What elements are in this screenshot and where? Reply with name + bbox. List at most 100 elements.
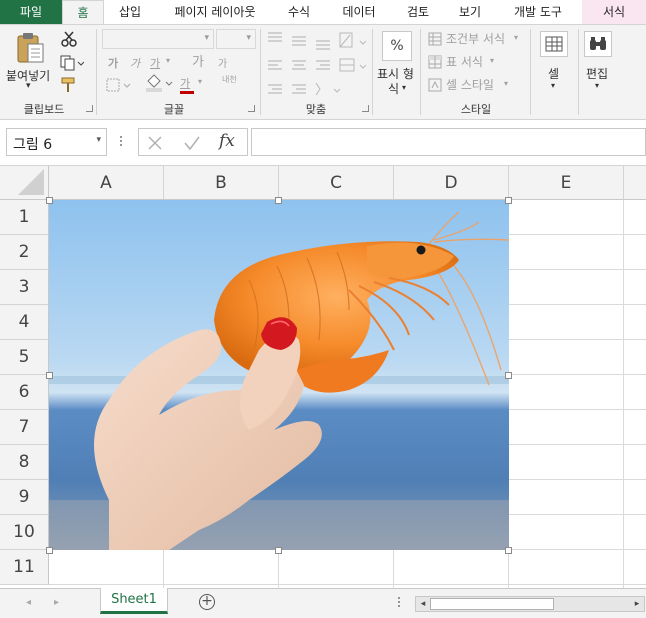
row-header-4[interactable]: 4 <box>0 305 49 340</box>
font-group-label: 글꼴 <box>163 103 185 116</box>
row-header-6[interactable]: 6 <box>0 375 49 410</box>
column-header-e[interactable]: E <box>509 166 624 200</box>
formula-input[interactable] <box>251 128 646 156</box>
alignment-buttons <box>266 29 370 97</box>
tab-developer[interactable]: 개발 도구 <box>500 0 576 24</box>
name-box[interactable]: 그림 6 ▾ <box>6 128 107 156</box>
format-painter-icon[interactable] <box>60 77 78 93</box>
underline-button[interactable]: 가 <box>150 55 160 71</box>
underline-dropdown-icon[interactable]: ▾ <box>166 56 170 65</box>
scrollbar-splitter-icon[interactable] <box>396 594 402 614</box>
chevron-down-icon[interactable]: ▾ <box>551 81 555 90</box>
scroll-right-arrow-icon[interactable]: ▸ <box>630 597 644 611</box>
editing-label[interactable]: 편집 <box>586 65 608 82</box>
select-all-button[interactable] <box>0 166 49 200</box>
resize-handle-bottom[interactable] <box>275 547 282 554</box>
column-header-a[interactable]: A <box>49 166 164 200</box>
resize-handle-top-right[interactable] <box>505 197 512 204</box>
scrollbar-thumb[interactable] <box>430 598 554 610</box>
cancel-icon[interactable] <box>147 135 163 151</box>
number-format-button[interactable]: % <box>382 31 412 61</box>
add-sheet-icon[interactable]: + <box>199 594 215 610</box>
fill-color-button[interactable] <box>144 73 174 93</box>
column-header-c[interactable]: C <box>279 166 394 200</box>
clipboard-group-label: 클립보드 <box>23 103 65 116</box>
column-header-d[interactable]: D <box>394 166 509 200</box>
insert-function-button[interactable]: fx <box>219 131 235 151</box>
chevron-down-icon[interactable]: ▾ <box>96 135 101 145</box>
shrink-font-button[interactable]: 가 <box>218 55 227 70</box>
tab-file[interactable]: 파일 <box>0 0 62 24</box>
chevron-down-icon[interactable]: ▾ <box>504 79 508 88</box>
tab-format[interactable]: 서식 <box>582 0 646 24</box>
tab-formulas[interactable]: 수식 <box>278 0 320 24</box>
ribbon-separator <box>530 29 531 115</box>
tab-page-layout[interactable]: 페이지 레이아웃 <box>160 0 270 24</box>
chevron-down-icon: ▾ <box>246 33 251 43</box>
font-color-dropdown-icon[interactable]: ▾ <box>198 77 202 86</box>
paste-button[interactable] <box>16 31 46 65</box>
binoculars-icon <box>590 37 606 50</box>
phonetic-button[interactable]: 내천 <box>222 75 238 84</box>
font-size-combo[interactable]: ▾ <box>216 29 256 49</box>
tab-insert[interactable]: 삽입 <box>108 0 152 24</box>
grow-font-button[interactable]: 가 <box>192 51 204 70</box>
cells-button[interactable] <box>540 31 568 57</box>
paste-dropdown-icon[interactable]: ▾ <box>26 81 31 91</box>
row-header-8[interactable]: 8 <box>0 445 49 480</box>
scroll-sheets-right-icon[interactable]: ▸ <box>54 597 59 608</box>
cells-label[interactable]: 셀 <box>548 65 559 82</box>
italic-button[interactable]: 가 <box>130 55 140 71</box>
row-header-10[interactable]: 10 <box>0 515 49 550</box>
conditional-format-button[interactable]: 조건부 서식 <box>446 30 505 47</box>
tab-review[interactable]: 검토 <box>396 0 440 24</box>
chevron-down-icon[interactable]: ▾ <box>595 81 599 90</box>
tab-data[interactable]: 데이터 <box>330 0 388 24</box>
resize-handle-top[interactable] <box>275 197 282 204</box>
font-name-combo[interactable]: ▾ <box>102 29 214 49</box>
alignment-launcher-icon[interactable] <box>362 105 369 112</box>
row-header-1[interactable]: 1 <box>0 200 49 235</box>
resize-handle-left[interactable] <box>46 372 53 379</box>
worksheet-grid: A B C D E 1 2 3 4 5 6 7 8 9 10 11 <box>0 166 646 588</box>
horizontal-scrollbar[interactable]: ◂ ▸ <box>415 596 645 612</box>
row-header-7[interactable]: 7 <box>0 410 49 445</box>
cell-style-button[interactable]: 셀 스타일 <box>446 76 494 93</box>
enter-check-icon[interactable] <box>183 135 201 151</box>
chevron-down-icon[interactable]: ▾ <box>490 56 494 65</box>
resize-handle-right[interactable] <box>505 372 512 379</box>
resize-handle-top-left[interactable] <box>46 197 53 204</box>
row-header-3[interactable]: 3 <box>0 270 49 305</box>
ribbon-separator <box>372 29 373 115</box>
column-header-b[interactable]: B <box>164 166 279 200</box>
table-format-icon <box>428 54 442 69</box>
formula-bar-grip-icon[interactable] <box>119 130 123 152</box>
row-header-11[interactable]: 11 <box>0 550 49 585</box>
border-button[interactable] <box>106 77 132 93</box>
copy-icon[interactable] <box>60 55 85 71</box>
scroll-left-arrow-icon[interactable]: ◂ <box>416 597 430 611</box>
number-format-label-2[interactable]: 식 <box>388 80 399 97</box>
row-header-5[interactable]: 5 <box>0 340 49 375</box>
row-header-9[interactable]: 9 <box>0 480 49 515</box>
editing-button[interactable] <box>584 31 612 57</box>
font-color-button[interactable]: 가 <box>180 75 190 91</box>
tab-home[interactable]: 홈 <box>62 0 104 24</box>
clipboard-launcher-icon[interactable] <box>86 105 93 112</box>
chevron-down-icon[interactable]: ▾ <box>514 33 518 42</box>
scroll-sheets-left-icon[interactable]: ◂ <box>26 597 31 608</box>
row-header-2[interactable]: 2 <box>0 235 49 270</box>
resize-handle-bottom-right[interactable] <box>505 547 512 554</box>
number-format-dropdown-icon[interactable]: ▾ <box>402 83 406 92</box>
table-format-button[interactable]: 표 서식 <box>446 53 483 70</box>
fill-bucket-icon <box>146 74 173 92</box>
ribbon-separator <box>96 29 97 115</box>
bold-button[interactable]: 가 <box>108 55 118 71</box>
font-launcher-icon[interactable] <box>248 105 255 112</box>
cut-icon[interactable] <box>60 31 78 47</box>
embedded-picture-shrimp[interactable] <box>49 200 509 550</box>
column-header-f[interactable] <box>624 166 646 200</box>
sheet-tab-sheet1[interactable]: Sheet1 <box>100 588 168 614</box>
resize-handle-bottom-left[interactable] <box>46 547 53 554</box>
tab-view[interactable]: 보기 <box>448 0 492 24</box>
